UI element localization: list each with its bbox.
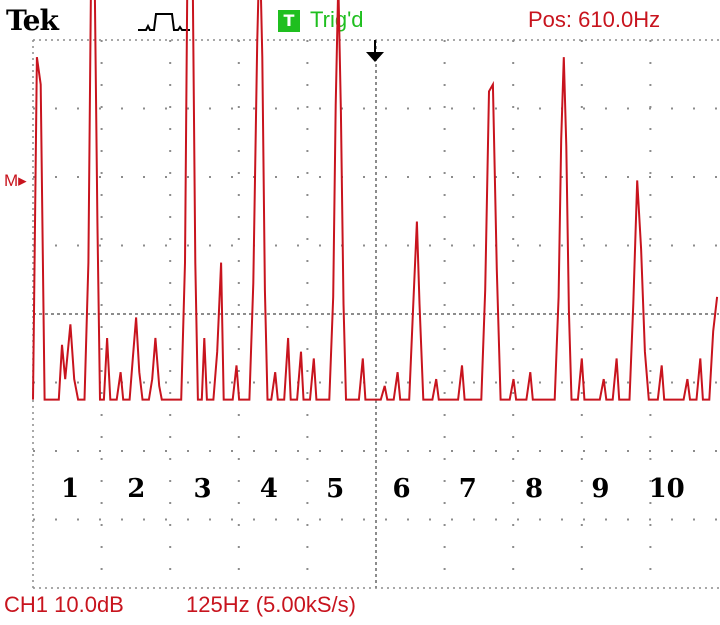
harmonic-label: 1 — [61, 474, 79, 504]
channel-scale-readout: CH1 10.0dB — [4, 592, 124, 617]
harmonic-label: 2 — [127, 474, 145, 504]
graticule — [32, 39, 719, 589]
harmonic-label: 3 — [194, 474, 212, 504]
readout-bar: CH1 10.0dB 125Hz (5.00kS/s) — [0, 590, 720, 625]
harmonic-labels: 1 2 3 4 5 6 7 8 9 10 — [61, 474, 685, 504]
math-reference-marker: M▸ — [4, 171, 27, 190]
harmonic-label: 5 — [326, 474, 344, 504]
harmonic-label: 8 — [525, 474, 543, 504]
harmonic-label: 4 — [260, 474, 278, 504]
harmonic-label: 7 — [459, 474, 477, 504]
span-rate-readout: 125Hz (5.00kS/s) — [186, 592, 356, 617]
harmonic-label: 10 — [649, 474, 685, 504]
spectrum-display: 1 2 3 4 5 6 7 8 9 10 — [32, 0, 719, 589]
harmonic-label: 9 — [591, 474, 609, 504]
harmonic-label: 6 — [392, 474, 410, 504]
